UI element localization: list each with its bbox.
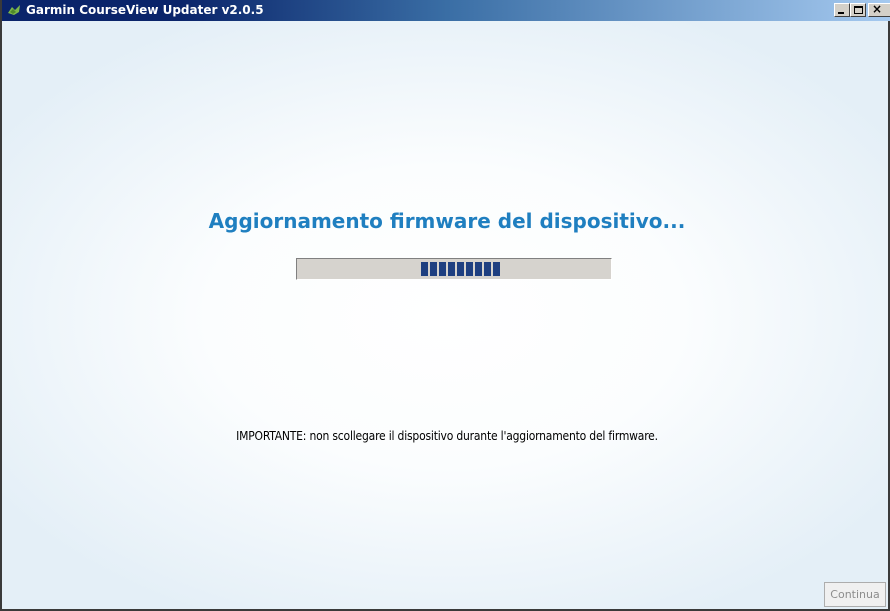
maximize-icon [854, 6, 863, 14]
important-notice: IMPORTANTE: non scollegare il dispositiv… [236, 429, 658, 443]
progress-marquee [421, 262, 500, 276]
progress-block [439, 262, 446, 276]
title-bar[interactable]: Garmin CourseView Updater v2.0.5 × [2, 0, 890, 21]
app-window: Garmin CourseView Updater v2.0.5 × Aggio… [0, 0, 890, 611]
minimize-button[interactable] [834, 3, 850, 17]
continue-button[interactable]: Continua [824, 582, 886, 607]
garmin-app-icon [8, 5, 20, 15]
firmware-progress-bar [296, 258, 612, 280]
progress-block [493, 262, 500, 276]
progress-block [421, 262, 428, 276]
progress-block [448, 262, 455, 276]
progress-block [430, 262, 437, 276]
close-icon: × [872, 2, 883, 16]
progress-block [457, 262, 464, 276]
progress-block [484, 262, 491, 276]
maximize-button[interactable] [850, 3, 866, 17]
progress-block [466, 262, 473, 276]
status-heading: Aggiornamento firmware del dispositivo..… [208, 209, 686, 233]
close-button[interactable]: × [868, 2, 890, 17]
minimize-icon [838, 12, 844, 14]
window-title: Garmin CourseView Updater v2.0.5 [26, 3, 264, 17]
progress-block [475, 262, 482, 276]
